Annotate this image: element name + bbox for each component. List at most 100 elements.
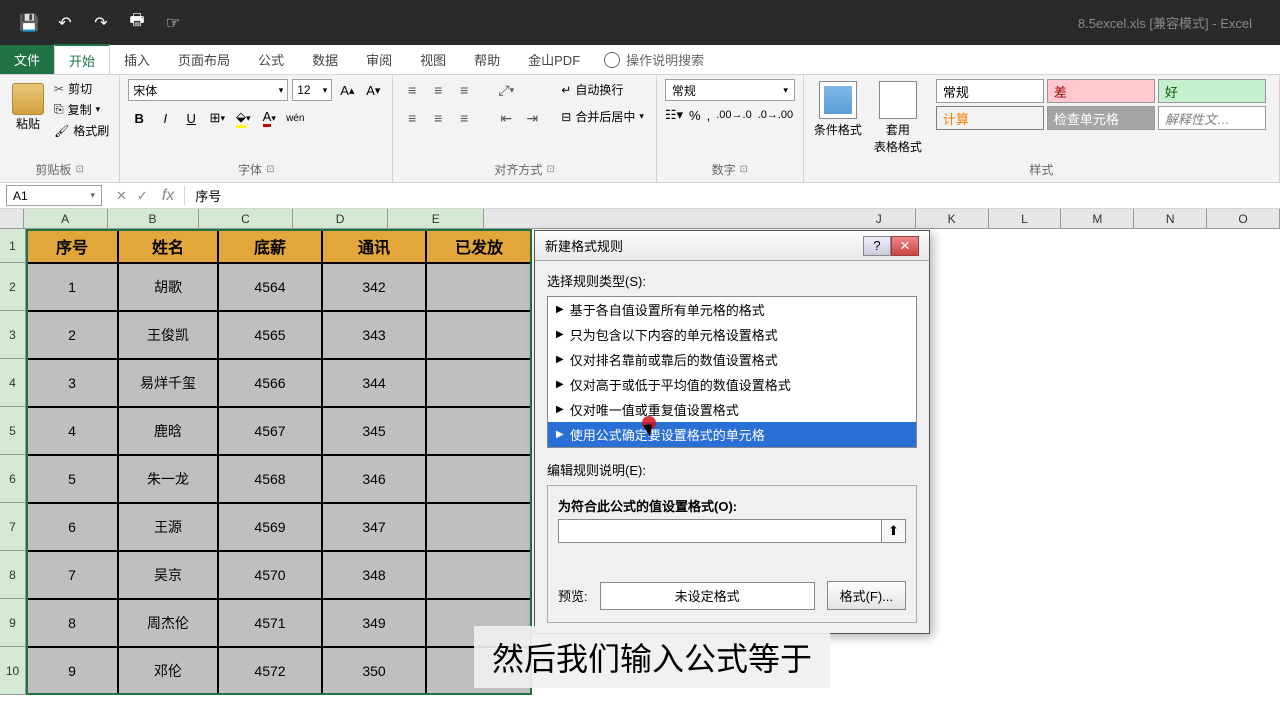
save-icon[interactable]: 💾 (20, 14, 38, 32)
tab-layout[interactable]: 页面布局 (164, 45, 244, 74)
col-J[interactable]: J (843, 209, 916, 228)
close-button[interactable]: ✕ (891, 236, 919, 256)
align-top-icon[interactable]: ≡ (401, 79, 423, 101)
merge-button[interactable]: ⊟合并后居中 ▾ (557, 106, 648, 127)
tab-file[interactable]: 文件 (0, 45, 54, 74)
header-cell[interactable]: 底薪 (218, 229, 322, 263)
data-cell[interactable]: 4565 (218, 311, 322, 359)
increase-decimal-icon[interactable]: .00→.0 (716, 109, 751, 121)
number-format-combo[interactable]: 常规▾ (665, 79, 795, 101)
col-C[interactable]: C (199, 209, 294, 228)
data-cell[interactable]: 9 (26, 647, 118, 695)
name-box[interactable]: A1▾ (6, 185, 102, 206)
data-cell[interactable] (426, 359, 532, 407)
data-cell[interactable]: 349 (322, 599, 426, 647)
cell-styles-gallery[interactable]: 常规 差 好 计算 检查单元格 解释性文… (936, 79, 1266, 130)
data-cell[interactable]: 347 (322, 503, 426, 551)
col-N[interactable]: N (1134, 209, 1207, 228)
col-K[interactable]: K (916, 209, 989, 228)
font-color-button[interactable]: A▾ (258, 107, 280, 129)
select-all-corner[interactable] (0, 209, 24, 228)
percent-icon[interactable]: % (689, 108, 701, 123)
conditional-format-button[interactable]: 条件格式 (812, 79, 864, 140)
data-cell[interactable]: 343 (322, 311, 426, 359)
dialog-titlebar[interactable]: 新建格式规则 ? ✕ (535, 231, 929, 261)
col-O[interactable]: O (1207, 209, 1280, 228)
range-picker-icon[interactable]: ⬆ (881, 520, 905, 542)
expand-icon[interactable]: ⊡ (546, 164, 554, 175)
rule-item[interactable]: ▶只为包含以下内容的单元格设置格式 (548, 322, 916, 347)
painter-button[interactable]: 🖌格式刷 (52, 121, 111, 140)
tab-view[interactable]: 视图 (406, 45, 460, 74)
col-E[interactable]: E (388, 209, 485, 228)
orientation-icon[interactable]: ⤢▾ (495, 79, 517, 101)
data-cell[interactable] (426, 407, 532, 455)
row-header[interactable]: 10 (0, 647, 26, 695)
data-cell[interactable]: 350 (322, 647, 426, 695)
fx-icon[interactable]: fx (162, 187, 174, 205)
indent-right-icon[interactable]: ⇥ (521, 107, 543, 129)
row-header[interactable]: 7 (0, 503, 26, 551)
decrease-font-icon[interactable]: A▾ (362, 79, 384, 101)
row-header[interactable]: 9 (0, 599, 26, 647)
data-cell[interactable]: 348 (322, 551, 426, 599)
data-cell[interactable]: 邓伦 (118, 647, 218, 695)
table-format-button[interactable]: 套用 表格格式 (872, 79, 924, 157)
redo-icon[interactable]: ↷ (92, 14, 110, 32)
font-name-combo[interactable]: 宋体▾ (128, 79, 288, 101)
data-cell[interactable]: 7 (26, 551, 118, 599)
decrease-decimal-icon[interactable]: .0→.00 (758, 109, 793, 121)
row-header[interactable]: 8 (0, 551, 26, 599)
formula-bar[interactable]: 序号 (184, 186, 1280, 205)
data-cell[interactable]: 5 (26, 455, 118, 503)
rule-item[interactable]: ▶仅对高于或低于平均值的数值设置格式 (548, 372, 916, 397)
font-size-combo[interactable]: 12▾ (292, 79, 332, 101)
tab-insert[interactable]: 插入 (110, 45, 164, 74)
enter-icon[interactable]: ✓ (137, 188, 148, 204)
indent-left-icon[interactable]: ⇤ (495, 107, 517, 129)
data-cell[interactable]: 鹿晗 (118, 407, 218, 455)
cells-grid[interactable]: 序号姓名底薪通讯已发放1胡歌45643422王俊凯45653433易烊千玺456… (26, 229, 532, 695)
row-header[interactable]: 4 (0, 359, 26, 407)
tab-home[interactable]: 开始 (54, 44, 110, 74)
tell-me-search[interactable]: 操作说明搜索 (604, 45, 704, 74)
row-header[interactable]: 5 (0, 407, 26, 455)
style-calc[interactable]: 计算 (936, 106, 1044, 130)
tab-pdf[interactable]: 金山PDF (514, 45, 594, 74)
rule-item[interactable]: ▶仅对唯一值或重复值设置格式 (548, 397, 916, 422)
data-cell[interactable]: 4571 (218, 599, 322, 647)
data-cell[interactable]: 朱一龙 (118, 455, 218, 503)
rule-item[interactable]: ▶仅对排名靠前或靠后的数值设置格式 (548, 347, 916, 372)
wrap-text-button[interactable]: ↵自动换行 (557, 79, 648, 100)
row-header[interactable]: 2 (0, 263, 26, 311)
align-mid-icon[interactable]: ≡ (427, 79, 449, 101)
header-cell[interactable]: 通讯 (322, 229, 426, 263)
format-button[interactable]: 格式(F)... (827, 581, 906, 610)
currency-icon[interactable]: ☷▾ (665, 107, 683, 123)
undo-icon[interactable]: ↶ (56, 14, 74, 32)
align-bot-icon[interactable]: ≡ (453, 79, 475, 101)
style-check[interactable]: 检查单元格 (1047, 106, 1155, 130)
data-cell[interactable]: 345 (322, 407, 426, 455)
tab-formulas[interactable]: 公式 (244, 45, 298, 74)
touch-icon[interactable]: ☞ (164, 14, 182, 32)
data-cell[interactable]: 4572 (218, 647, 322, 695)
expand-icon[interactable]: ⊡ (740, 164, 748, 175)
data-cell[interactable] (426, 263, 532, 311)
copy-button[interactable]: ⎘复制 ▾ (52, 100, 111, 119)
header-cell[interactable]: 姓名 (118, 229, 218, 263)
col-A[interactable]: A (24, 209, 108, 228)
header-cell[interactable]: 序号 (26, 229, 118, 263)
data-cell[interactable]: 周杰伦 (118, 599, 218, 647)
rule-type-list[interactable]: ▶基于各自值设置所有单元格的格式▶只为包含以下内容的单元格设置格式▶仅对排名靠前… (547, 296, 917, 448)
rule-item[interactable]: ▶使用公式确定要设置格式的单元格 (548, 422, 916, 447)
bold-button[interactable]: B (128, 107, 150, 129)
align-center-icon[interactable]: ≡ (427, 107, 449, 129)
data-cell[interactable]: 王俊凯 (118, 311, 218, 359)
italic-button[interactable]: I (154, 107, 176, 129)
formula-input[interactable] (559, 520, 881, 542)
expand-icon[interactable]: ⊡ (266, 164, 274, 175)
style-bad[interactable]: 差 (1047, 79, 1155, 103)
data-cell[interactable]: 8 (26, 599, 118, 647)
data-cell[interactable] (426, 455, 532, 503)
